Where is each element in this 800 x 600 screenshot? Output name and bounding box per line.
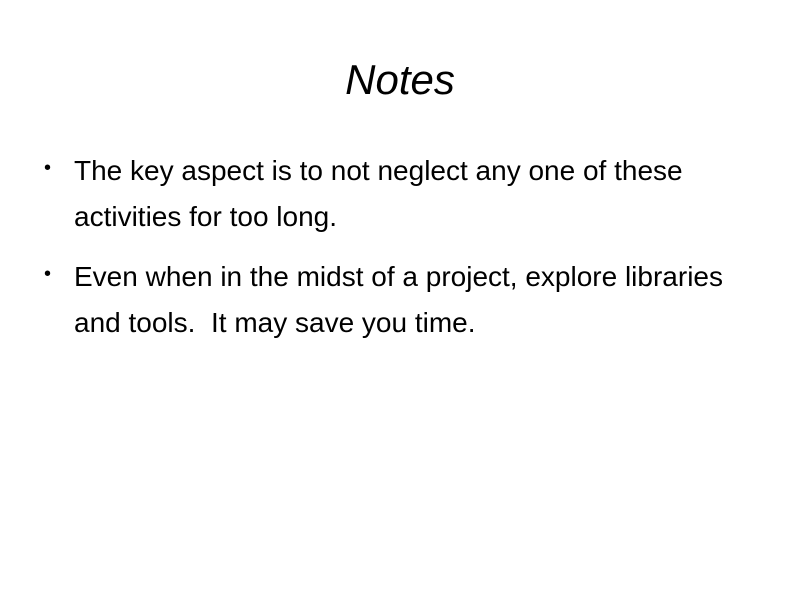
bullet-icon: • — [44, 157, 52, 179]
bullet-text: Even when in the midst of a project, exp… — [74, 261, 731, 338]
bullet-item: • The key aspect is to not neglect any o… — [44, 148, 744, 240]
slide-title: Notes — [345, 56, 455, 103]
slide: Notes • The key aspect is to not neglect… — [0, 0, 800, 600]
bullet-list: • The key aspect is to not neglect any o… — [44, 148, 744, 360]
bullet-item: • Even when in the midst of a project, e… — [44, 254, 744, 346]
bullet-text: The key aspect is to not neglect any one… — [74, 155, 683, 232]
bullet-icon: • — [44, 263, 52, 285]
